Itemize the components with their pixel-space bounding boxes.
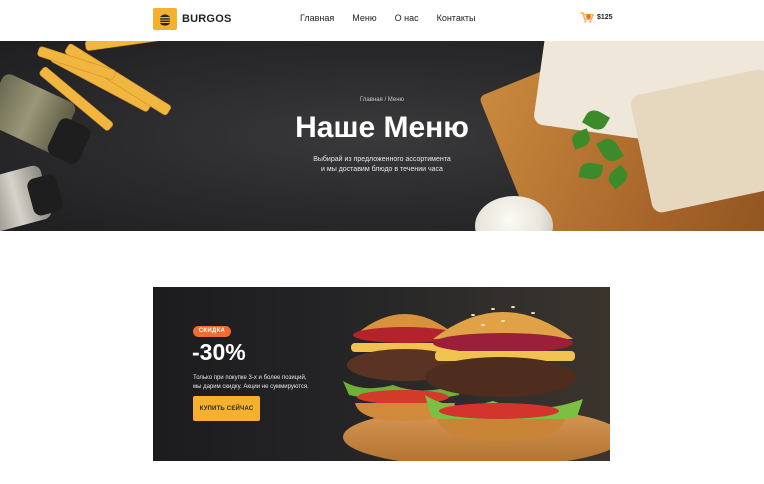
nav-link-home[interactable]: Главная <box>300 13 334 23</box>
nav-link-about[interactable]: О нас <box>395 13 419 23</box>
burgers-image <box>343 306 583 441</box>
logo[interactable]: BURGOS <box>153 8 231 30</box>
discount-value: -30% <box>192 339 246 365</box>
cart-icon <box>580 12 594 23</box>
breadcrumb: Главная / Меню <box>359 97 405 103</box>
cart-total: $125 <box>597 14 613 21</box>
discount-badge: СКИДКА <box>193 326 231 337</box>
page-title: Наше Меню <box>295 111 469 144</box>
promo-banner: СКИДКА -30% Только при покупке 3-х и бол… <box>153 287 610 461</box>
hero-subtitle-line: и мы доставим блюдо в течении часа <box>321 166 443 173</box>
hero-subtitle: Выбирай из предложенного ассортимента и … <box>0 155 764 175</box>
hero-banner: Главная / Меню Наше Меню Выбирай из пред… <box>0 41 764 231</box>
logo-text: BURGOS <box>182 13 232 25</box>
burger-logo-icon <box>153 8 177 30</box>
site-header: BURGOS Главная Меню О нас Контакты $125 <box>0 0 764 41</box>
cart-button[interactable]: $125 <box>580 12 613 23</box>
promo-description-line: мы дарим скидку. Акции не суммируются. <box>193 384 309 390</box>
nav-link-contacts[interactable]: Контакты <box>437 13 476 23</box>
nav-link-menu[interactable]: Меню <box>352 13 376 23</box>
main-nav: Главная Меню О нас Контакты <box>300 13 475 23</box>
promo-description: Только при покупке 3-х и более позиций, … <box>193 374 343 392</box>
promo-description-line: Только при покупке 3-х и более позиций, <box>193 375 307 381</box>
hero-subtitle-line: Выбирай из предложенного ассортимента <box>313 156 451 163</box>
buy-now-button[interactable]: КУПИТЬ СЕЙЧАС <box>193 396 260 421</box>
